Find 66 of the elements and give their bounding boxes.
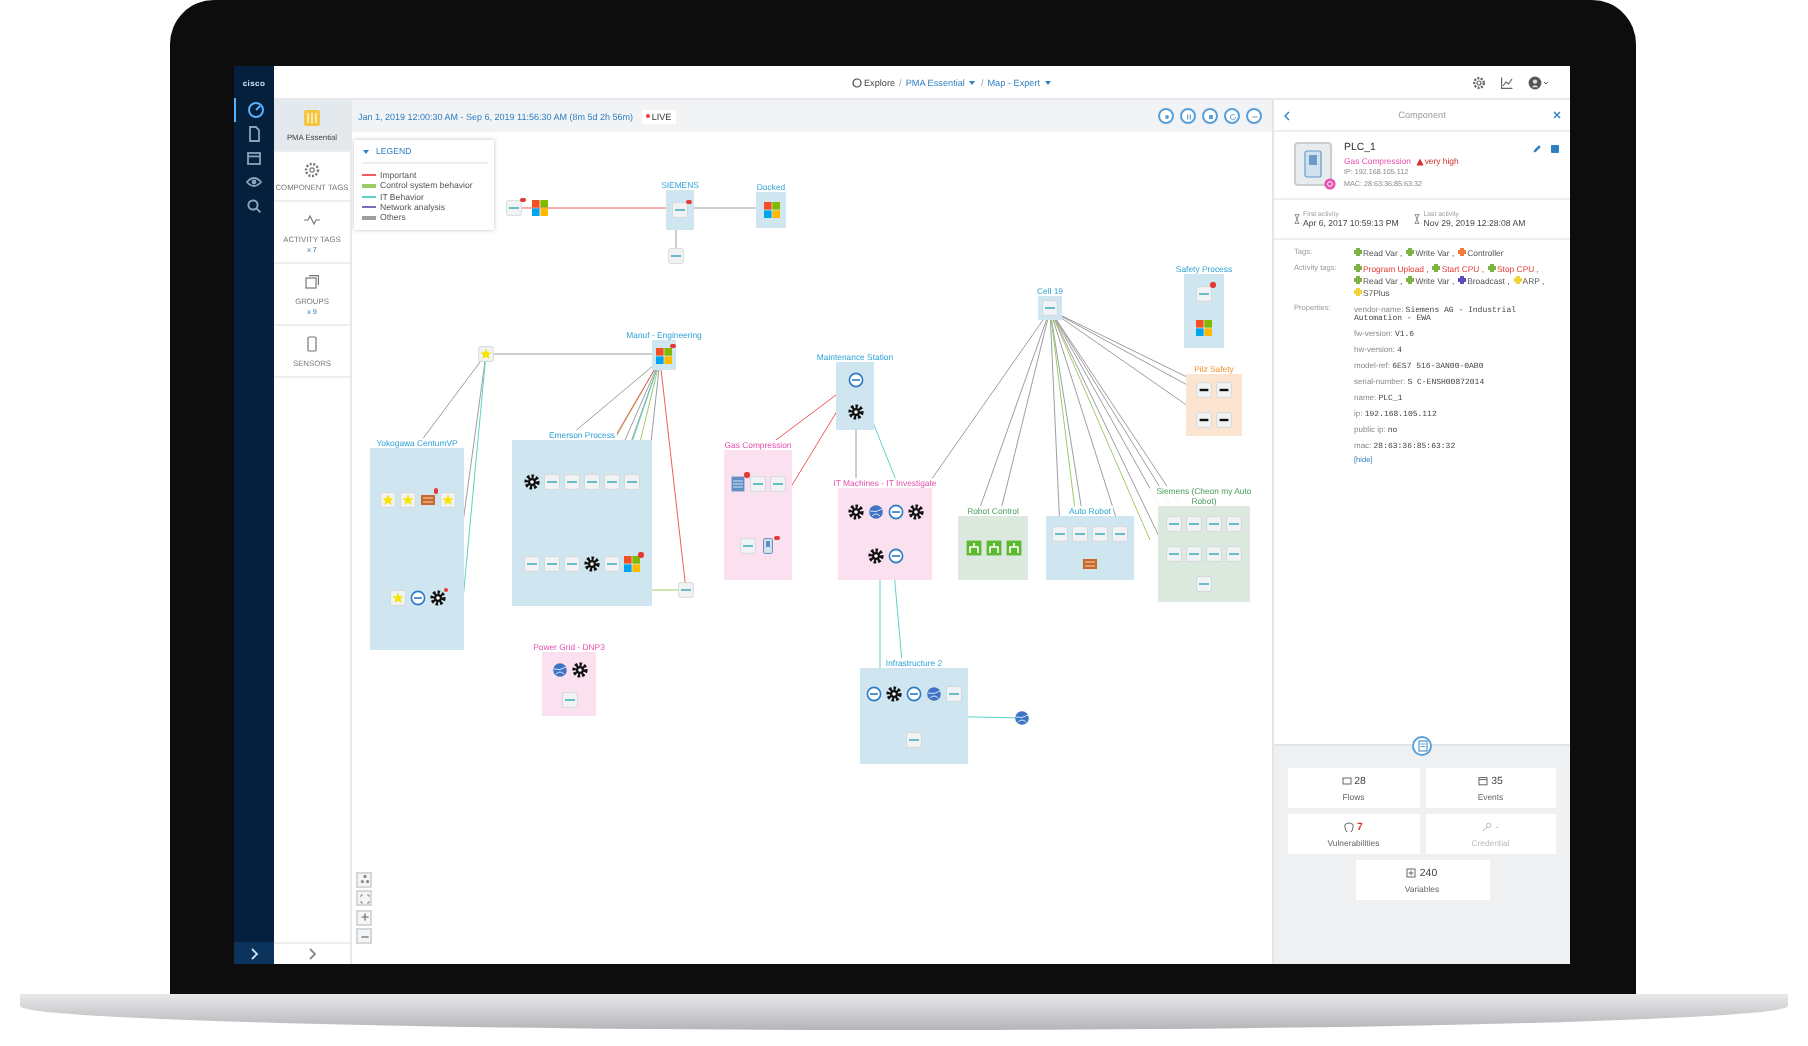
pulse-icon xyxy=(302,210,322,230)
gear-icon xyxy=(302,159,322,179)
save-icon[interactable] xyxy=(1550,144,1560,154)
replay-button[interactable] xyxy=(1224,108,1240,124)
group-area[interactable] xyxy=(836,362,874,430)
panel-device-icon xyxy=(419,491,435,508)
minus-icon xyxy=(359,931,369,941)
compass-icon xyxy=(851,77,862,87)
plus-square-icon xyxy=(1406,868,1417,878)
server-icon xyxy=(730,475,746,492)
device-icon xyxy=(1196,285,1212,302)
cabinet-icon xyxy=(760,538,776,555)
calendar-icon xyxy=(1478,776,1489,786)
stop-icon xyxy=(1205,111,1215,121)
shield-icon xyxy=(1344,822,1355,832)
search-icon xyxy=(244,196,264,216)
device-icon xyxy=(506,200,522,216)
expand-button[interactable] xyxy=(234,942,274,964)
chart-icon[interactable] xyxy=(1500,75,1514,89)
flows-icon xyxy=(1341,776,1352,786)
more-button[interactable] xyxy=(1246,108,1262,124)
hierarchy-button[interactable] xyxy=(356,871,372,887)
replay-icon xyxy=(1227,111,1237,121)
cabinet-icon xyxy=(1304,150,1322,178)
columns-icon xyxy=(302,108,322,128)
caret-down-icon[interactable] xyxy=(362,147,370,155)
zoom-out-button[interactable] xyxy=(356,928,372,944)
tablet-icon xyxy=(302,334,322,354)
group-area[interactable] xyxy=(838,488,932,580)
four-squares-icon xyxy=(656,347,672,363)
settings-icon[interactable] xyxy=(1472,75,1486,89)
report-icon xyxy=(1417,740,1427,752)
hierarchy-icon xyxy=(359,874,369,884)
group-area[interactable] xyxy=(542,652,596,716)
edit-icon[interactable] xyxy=(1532,144,1542,154)
record-button[interactable] xyxy=(1158,108,1174,124)
key-icon xyxy=(1482,822,1493,832)
group-badge-icon xyxy=(1324,178,1336,190)
hourglass-icon xyxy=(1414,213,1421,224)
chevron-right-icon xyxy=(248,945,260,961)
pause-icon xyxy=(1183,111,1193,121)
close-button[interactable] xyxy=(1552,110,1562,120)
more-icon xyxy=(1249,111,1259,121)
fit-view-icon xyxy=(359,893,369,903)
four-squares-icon xyxy=(624,555,640,572)
stop-button[interactable] xyxy=(1202,108,1218,124)
report-button[interactable] xyxy=(1412,736,1432,756)
document-icon xyxy=(244,124,264,144)
connection-line xyxy=(693,207,761,209)
gear-icon xyxy=(429,590,445,607)
device-icon xyxy=(672,202,688,218)
close-icon xyxy=(1552,110,1562,120)
eye-icon xyxy=(244,172,264,192)
record-icon xyxy=(1161,111,1171,121)
gauge-icon xyxy=(245,100,265,120)
zoom-in-button[interactable] xyxy=(356,909,372,925)
pause-button[interactable] xyxy=(1180,108,1196,124)
plus-icon xyxy=(359,912,369,922)
fit-view-button[interactable] xyxy=(356,890,372,906)
back-button[interactable] xyxy=(1282,109,1292,121)
stacked-squares-icon xyxy=(302,272,322,292)
warning-icon xyxy=(1415,157,1424,166)
calendar-icon xyxy=(244,148,264,168)
chevron-left-icon xyxy=(1282,109,1292,121)
chevron-right-icon xyxy=(306,946,318,962)
hourglass-icon xyxy=(1294,213,1300,224)
